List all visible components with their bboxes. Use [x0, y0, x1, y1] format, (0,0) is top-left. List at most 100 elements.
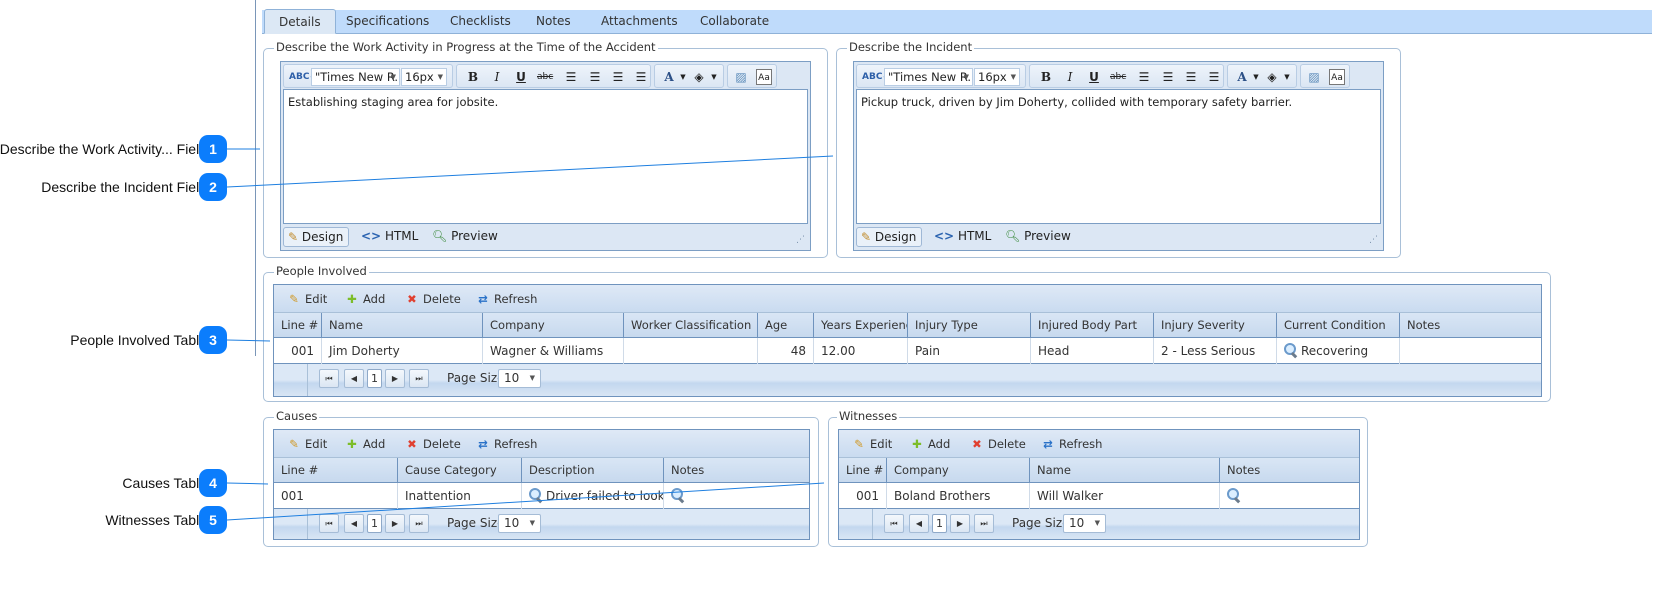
page-size-select[interactable]: 10 ▼: [498, 369, 541, 388]
column-header[interactable]: Years Experience: [814, 313, 908, 338]
insert-image-icon[interactable]: ▨: [1306, 69, 1322, 85]
insert-symbol-icon[interactable]: Aa: [1329, 69, 1345, 85]
page-size-select[interactable]: 10 ▼: [498, 514, 541, 533]
tab-notes[interactable]: Notes: [522, 10, 585, 34]
column-header[interactable]: Injury Type: [908, 313, 1031, 338]
refresh-button[interactable]: ⇄ Refresh: [1040, 435, 1102, 453]
insert-image-icon[interactable]: ▨: [733, 69, 749, 85]
column-header[interactable]: Line #: [274, 458, 398, 483]
delete-button[interactable]: ✖ Delete: [969, 435, 1026, 453]
work-activity-content[interactable]: Establishing staging area for jobsite.: [283, 89, 808, 224]
column-header[interactable]: Name: [322, 313, 483, 338]
align-right-icon[interactable]: ☰: [1183, 69, 1199, 85]
column-header[interactable]: Injury Severity: [1154, 313, 1277, 338]
resize-grip-icon[interactable]: ⋰: [1369, 235, 1378, 245]
bold-icon[interactable]: B: [1038, 69, 1054, 85]
highlight-color-icon[interactable]: ◈: [1264, 69, 1280, 85]
tab-details[interactable]: Details: [264, 9, 336, 34]
column-header[interactable]: Notes: [1220, 458, 1359, 483]
font-name-combo[interactable]: "Times New R... ▼: [884, 68, 973, 86]
magnifier-icon[interactable]: [1284, 343, 1298, 357]
delete-button[interactable]: ✖ Delete: [404, 290, 461, 308]
page-size-select[interactable]: 10 ▼: [1063, 514, 1106, 533]
next-page-button[interactable]: ▶: [385, 514, 405, 533]
insert-symbol-icon[interactable]: Aa: [756, 69, 772, 85]
column-header[interactable]: Current Condition: [1277, 313, 1400, 338]
prev-page-button[interactable]: ◀: [344, 514, 364, 533]
html-mode-button[interactable]: <> HTML: [357, 227, 423, 247]
refresh-button[interactable]: ⇄ Refresh: [475, 290, 537, 308]
resize-grip-icon[interactable]: ⋰: [796, 235, 805, 245]
column-header[interactable]: Age: [758, 313, 814, 338]
first-page-button[interactable]: ⏮: [884, 514, 904, 533]
current-page[interactable]: 1: [367, 514, 382, 533]
chevron-down-icon[interactable]: ▼: [706, 69, 722, 85]
align-center-icon[interactable]: ☰: [587, 69, 603, 85]
next-page-button[interactable]: ▶: [950, 514, 970, 533]
last-page-button[interactable]: ⏭: [974, 514, 994, 533]
magnifier-icon[interactable]: [671, 488, 685, 502]
table-row[interactable]: 001 Inattention Driver failed to look be…: [274, 483, 809, 509]
table-row[interactable]: 001 Boland Brothers Will Walker: [839, 483, 1359, 509]
tab-collaborate[interactable]: Collaborate: [686, 10, 783, 34]
align-left-icon[interactable]: ☰: [563, 69, 579, 85]
first-page-button[interactable]: ⏮: [319, 514, 339, 533]
prev-page-button[interactable]: ◀: [344, 369, 364, 388]
table-row[interactable]: 001 Jim Doherty Wagner & Williams 48 12.…: [274, 338, 1541, 364]
underline-icon[interactable]: U: [513, 69, 529, 85]
tab-specifications[interactable]: Specifications: [332, 10, 443, 34]
column-header[interactable]: Notes: [1400, 313, 1541, 338]
spellcheck-icon[interactable]: ABC✓: [289, 69, 317, 85]
refresh-button[interactable]: ⇄ Refresh: [475, 435, 537, 453]
chevron-down-icon[interactable]: ▼: [675, 69, 691, 85]
preview-mode-button[interactable]: 🔍︎ Preview: [428, 227, 503, 247]
spellcheck-icon[interactable]: ABC✓: [862, 69, 890, 85]
column-header[interactable]: Notes: [664, 458, 809, 483]
column-header[interactable]: Injured Body Part: [1031, 313, 1154, 338]
align-right-icon[interactable]: ☰: [610, 69, 626, 85]
chevron-down-icon[interactable]: ▼: [1279, 69, 1295, 85]
magnifier-icon[interactable]: [1227, 488, 1241, 502]
italic-icon[interactable]: I: [1062, 69, 1078, 85]
justify-icon[interactable]: ☰: [633, 69, 649, 85]
add-button[interactable]: ✚ Add: [909, 435, 950, 453]
magnifier-icon[interactable]: [529, 488, 543, 502]
strikethrough-icon[interactable]: abc: [537, 69, 553, 85]
column-header[interactable]: Line #: [274, 313, 322, 338]
chevron-down-icon[interactable]: ▼: [1248, 69, 1264, 85]
highlight-color-icon[interactable]: ◈: [691, 69, 707, 85]
column-header[interactable]: Worker Classification: [624, 313, 758, 338]
edit-button[interactable]: ✎ Edit: [851, 435, 892, 453]
bold-icon[interactable]: B: [465, 69, 481, 85]
italic-icon[interactable]: I: [489, 69, 505, 85]
html-mode-button[interactable]: <> HTML: [930, 227, 996, 247]
align-left-icon[interactable]: ☰: [1136, 69, 1152, 85]
column-header[interactable]: Company: [887, 458, 1030, 483]
column-header[interactable]: Name: [1030, 458, 1220, 483]
strikethrough-icon[interactable]: abc: [1110, 69, 1126, 85]
last-page-button[interactable]: ⏭: [409, 369, 429, 388]
column-header[interactable]: Cause Category: [398, 458, 522, 483]
design-mode-button[interactable]: ✎ Design: [856, 227, 923, 247]
column-header[interactable]: Company: [483, 313, 624, 338]
first-page-button[interactable]: ⏮: [319, 369, 339, 388]
next-page-button[interactable]: ▶: [385, 369, 405, 388]
align-center-icon[interactable]: ☰: [1160, 69, 1176, 85]
font-name-combo[interactable]: "Times New R... ▼: [311, 68, 400, 86]
design-mode-button[interactable]: ✎ Design: [283, 227, 350, 247]
underline-icon[interactable]: U: [1086, 69, 1102, 85]
column-header[interactable]: Description: [522, 458, 664, 483]
tab-attachments[interactable]: Attachments: [587, 10, 692, 34]
current-page[interactable]: 1: [367, 369, 382, 388]
edit-button[interactable]: ✎ Edit: [286, 435, 327, 453]
font-size-combo[interactable]: 16px ▼: [401, 68, 447, 86]
add-button[interactable]: ✚ Add: [344, 290, 385, 308]
font-size-combo[interactable]: 16px ▼: [974, 68, 1020, 86]
column-header[interactable]: Line #: [839, 458, 887, 483]
incident-content[interactable]: Pickup truck, driven by Jim Doherty, col…: [856, 89, 1381, 224]
tab-checklists[interactable]: Checklists: [436, 10, 525, 34]
last-page-button[interactable]: ⏭: [409, 514, 429, 533]
justify-icon[interactable]: ☰: [1206, 69, 1222, 85]
preview-mode-button[interactable]: 🔍︎ Preview: [1001, 227, 1076, 247]
add-button[interactable]: ✚ Add: [344, 435, 385, 453]
